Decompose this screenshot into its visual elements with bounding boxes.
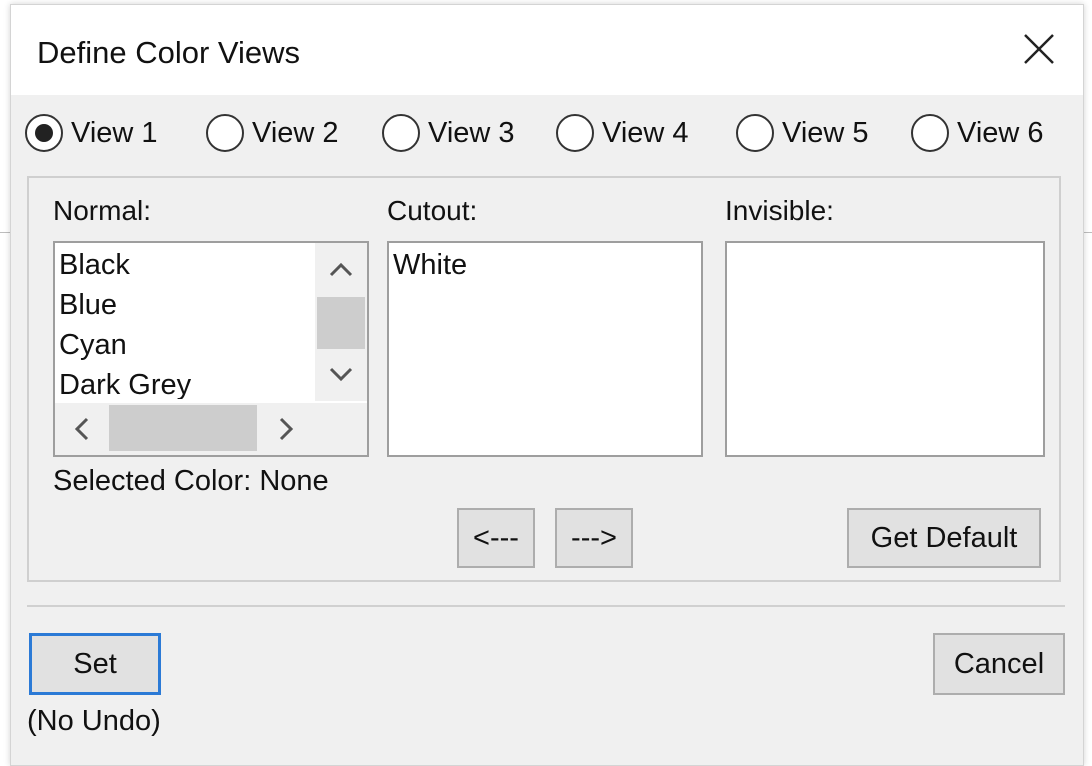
list-item[interactable]: Cyan xyxy=(59,325,127,365)
radio-view-1[interactable]: View 1 xyxy=(25,111,158,155)
chevron-left-icon xyxy=(74,417,89,441)
radio-unselected-icon xyxy=(206,114,244,152)
radio-view-5[interactable]: View 5 xyxy=(736,111,869,155)
radio-view-6[interactable]: View 6 xyxy=(911,111,1044,155)
title-bar: Define Color Views xyxy=(11,5,1083,95)
radio-view-4[interactable]: View 4 xyxy=(556,111,689,155)
scroll-down-arrow[interactable] xyxy=(315,353,367,397)
vertical-scrollbar[interactable] xyxy=(315,243,367,401)
invisible-label: Invisible: xyxy=(725,195,834,226)
invisible-listbox[interactable] xyxy=(725,241,1045,457)
radio-label: View 6 xyxy=(957,116,1044,149)
scroll-left-arrow[interactable] xyxy=(55,403,107,455)
radio-label: View 4 xyxy=(602,116,689,149)
chevron-right-icon xyxy=(279,417,294,441)
define-color-views-dialog: Define Color Views View 1 View 2 View 3 … xyxy=(10,4,1084,766)
radio-unselected-icon xyxy=(382,114,420,152)
normal-listbox[interactable]: Black Blue Cyan Dark Grey xyxy=(53,241,369,457)
set-button[interactable]: Set xyxy=(29,633,161,695)
scroll-right-arrow[interactable] xyxy=(261,403,313,455)
chevron-down-icon xyxy=(329,367,353,382)
radio-view-2[interactable]: View 2 xyxy=(206,111,339,155)
list-item[interactable]: Black xyxy=(59,245,130,285)
horizontal-scrollbar[interactable] xyxy=(55,403,367,455)
cutout-listbox[interactable]: White xyxy=(387,241,703,457)
radio-unselected-icon xyxy=(736,114,774,152)
radio-label: View 3 xyxy=(428,116,515,149)
radio-selected-icon xyxy=(25,114,63,152)
chevron-up-icon xyxy=(329,262,353,277)
vertical-scroll-thumb[interactable] xyxy=(317,297,365,349)
radio-label: View 5 xyxy=(782,116,869,149)
close-button[interactable] xyxy=(1017,27,1061,71)
radio-unselected-icon xyxy=(556,114,594,152)
cancel-button[interactable]: Cancel xyxy=(933,633,1065,695)
scroll-up-arrow[interactable] xyxy=(315,247,367,291)
selected-color-label: Selected Color: None xyxy=(53,465,329,497)
horizontal-scroll-thumb[interactable] xyxy=(109,405,257,451)
list-item[interactable]: Dark Grey xyxy=(59,365,191,399)
radio-view-3[interactable]: View 3 xyxy=(382,111,515,155)
move-left-button[interactable]: <--- xyxy=(457,508,535,568)
no-undo-note: (No Undo) xyxy=(27,705,161,737)
radio-label: View 2 xyxy=(252,116,339,149)
dialog-title: Define Color Views xyxy=(37,35,301,70)
radio-unselected-icon xyxy=(911,114,949,152)
radio-label: View 1 xyxy=(71,116,158,149)
cutout-label: Cutout: xyxy=(387,195,478,226)
get-default-button[interactable]: Get Default xyxy=(847,508,1041,568)
list-item[interactable]: Blue xyxy=(59,285,117,325)
close-x-icon xyxy=(1024,34,1054,64)
move-right-button[interactable]: ---> xyxy=(555,508,633,568)
normal-label: Normal: xyxy=(53,195,152,226)
list-item[interactable]: White xyxy=(393,245,467,285)
separator xyxy=(27,605,1065,607)
